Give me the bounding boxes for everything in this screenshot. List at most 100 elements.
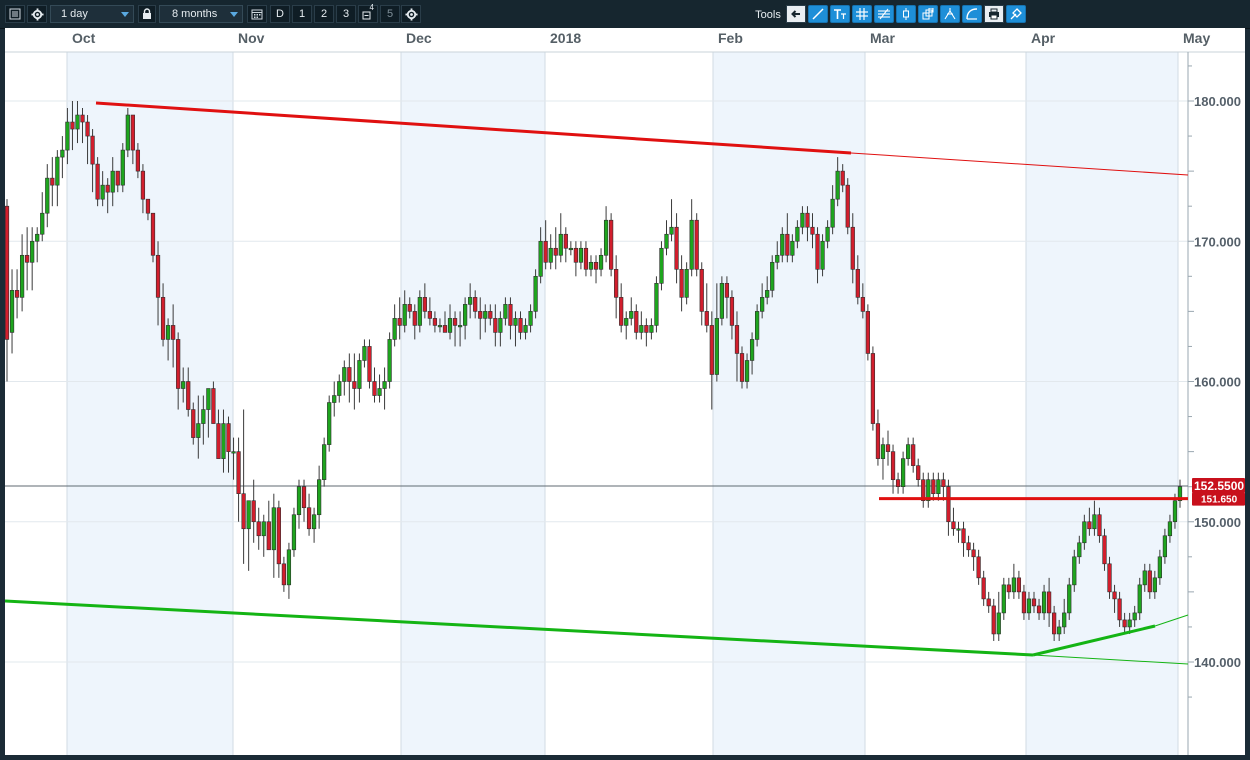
fibonacci-icon[interactable] bbox=[874, 5, 894, 23]
candle-up[interactable] bbox=[558, 233, 563, 256]
candle-down[interactable] bbox=[216, 423, 221, 459]
calendar-icon[interactable] bbox=[247, 5, 267, 23]
text-tool-icon[interactable] bbox=[830, 5, 850, 23]
candle-down[interactable] bbox=[815, 233, 820, 270]
candle-up[interactable] bbox=[498, 318, 503, 333]
candle-down[interactable] bbox=[619, 297, 624, 326]
candle-up[interactable] bbox=[311, 514, 317, 530]
candle-down[interactable] bbox=[412, 311, 417, 326]
candle-up[interactable] bbox=[639, 325, 644, 333]
candle-up[interactable] bbox=[1137, 584, 1142, 614]
candle-up[interactable] bbox=[55, 156, 60, 186]
candle-down[interactable] bbox=[150, 212, 156, 256]
candle-down[interactable] bbox=[281, 563, 287, 586]
candle-down[interactable] bbox=[961, 528, 966, 544]
candle-up[interactable] bbox=[684, 269, 689, 298]
candle-up[interactable] bbox=[906, 444, 911, 459]
candle-up[interactable] bbox=[1072, 556, 1077, 586]
candle-up[interactable] bbox=[654, 283, 659, 326]
candle-down[interactable] bbox=[845, 184, 850, 228]
candle-down[interactable] bbox=[95, 163, 100, 200]
shape-icon[interactable] bbox=[962, 5, 982, 23]
candle-up[interactable] bbox=[196, 423, 201, 438]
candle-down[interactable] bbox=[916, 465, 921, 480]
candle-up[interactable] bbox=[327, 402, 332, 445]
candle-up[interactable] bbox=[669, 226, 674, 235]
candle-down[interactable] bbox=[724, 283, 730, 298]
candle-up[interactable] bbox=[483, 311, 488, 319]
candle-down[interactable] bbox=[946, 486, 951, 523]
candle-up[interactable] bbox=[231, 451, 236, 454]
candle-up[interactable] bbox=[780, 233, 785, 256]
candle-down[interactable] bbox=[1087, 521, 1092, 530]
candle-down[interactable] bbox=[266, 521, 271, 551]
candle-up[interactable] bbox=[800, 212, 805, 228]
candle-up[interactable] bbox=[1077, 542, 1082, 558]
candle-down[interactable] bbox=[347, 367, 352, 382]
candle-up[interactable] bbox=[181, 381, 186, 389]
candle-up[interactable] bbox=[1172, 500, 1178, 523]
candle-down[interactable] bbox=[634, 311, 639, 333]
candle-down[interactable] bbox=[25, 254, 30, 263]
price-chart[interactable]: Oct Nov Dec 2018 Feb Mar Apr May 180.000 170.000 1… bbox=[5, 28, 1245, 755]
candle-down[interactable] bbox=[85, 121, 90, 137]
candle-down[interactable] bbox=[951, 521, 956, 530]
candle-up[interactable] bbox=[322, 444, 327, 480]
candle-down[interactable] bbox=[115, 170, 120, 186]
candle-up[interactable] bbox=[457, 325, 463, 328]
candle-down[interactable] bbox=[301, 486, 307, 509]
candle-down[interactable] bbox=[90, 135, 95, 165]
period-1-button[interactable]: 1 bbox=[292, 5, 312, 23]
candle-down[interactable] bbox=[890, 451, 896, 480]
candle-down[interactable] bbox=[432, 318, 438, 326]
candle-up[interactable] bbox=[548, 247, 553, 263]
candle-up[interactable] bbox=[246, 500, 251, 530]
candle-up[interactable] bbox=[19, 254, 25, 298]
candle-up[interactable] bbox=[568, 247, 573, 251]
candle-down[interactable] bbox=[452, 318, 458, 326]
candle-up[interactable] bbox=[533, 276, 538, 312]
candle-down[interactable] bbox=[367, 346, 372, 382]
candle-up[interactable] bbox=[296, 486, 302, 516]
candle-up[interactable] bbox=[770, 261, 775, 291]
candle-up[interactable] bbox=[996, 612, 1001, 635]
candle-down[interactable] bbox=[785, 233, 790, 256]
candle-up[interactable] bbox=[528, 311, 533, 326]
candle-down[interactable] bbox=[1031, 598, 1037, 607]
candle-up[interactable] bbox=[125, 114, 130, 151]
candle-up[interactable] bbox=[437, 325, 443, 328]
candle-down[interactable] bbox=[573, 247, 578, 263]
candle-down[interactable] bbox=[931, 479, 936, 494]
candle-down[interactable] bbox=[583, 247, 589, 270]
candle-up[interactable] bbox=[1062, 612, 1067, 628]
candle-down[interactable] bbox=[442, 325, 448, 333]
period-5-button[interactable]: 5 bbox=[380, 5, 400, 23]
candle-down[interactable] bbox=[729, 297, 735, 326]
candle-up[interactable] bbox=[1142, 570, 1147, 586]
candle-down[interactable] bbox=[80, 114, 85, 123]
candle-down[interactable] bbox=[1021, 591, 1027, 614]
candle-down[interactable] bbox=[553, 247, 558, 256]
candle-down[interactable] bbox=[840, 170, 845, 186]
candle-up[interactable] bbox=[1167, 521, 1173, 537]
candle-up[interactable] bbox=[75, 114, 80, 130]
candle-down[interactable] bbox=[186, 381, 191, 410]
candle-up[interactable] bbox=[271, 507, 276, 551]
candle-down[interactable] bbox=[1107, 563, 1112, 593]
candle-up[interactable] bbox=[744, 360, 750, 382]
candle-down[interactable] bbox=[1112, 591, 1117, 600]
candle-up[interactable] bbox=[1011, 577, 1016, 593]
candle-down[interactable] bbox=[976, 556, 981, 579]
candle-down[interactable] bbox=[226, 423, 231, 452]
candle-down[interactable] bbox=[130, 114, 135, 151]
candle-down[interactable] bbox=[810, 226, 815, 235]
candle-up[interactable] bbox=[1026, 598, 1032, 614]
candle-down[interactable] bbox=[160, 297, 166, 340]
candle-down[interactable] bbox=[911, 444, 916, 466]
candle-down[interactable] bbox=[427, 311, 432, 319]
candle-down[interactable] bbox=[699, 269, 704, 312]
candle-up[interactable] bbox=[598, 254, 604, 270]
candle-icon[interactable] bbox=[896, 5, 916, 23]
candle-up[interactable] bbox=[629, 311, 634, 319]
candle-down[interactable] bbox=[1036, 605, 1042, 614]
